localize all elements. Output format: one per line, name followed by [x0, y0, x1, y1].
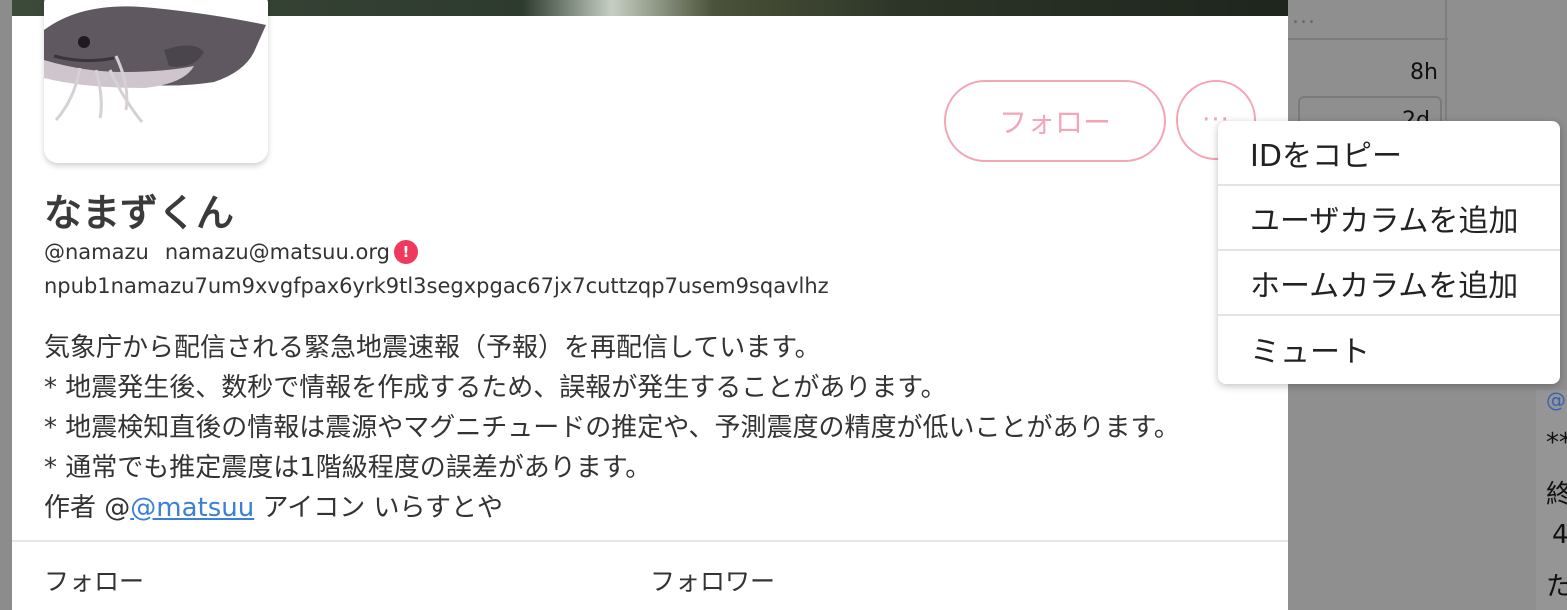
background-text: 4 — [1552, 520, 1567, 550]
following-label[interactable]: フォロー — [44, 562, 144, 598]
section-divider — [12, 540, 1288, 542]
menu-item-copy-id[interactable]: IDをコピー — [1218, 121, 1560, 186]
display-name: なまずくん — [44, 191, 235, 235]
menu-item-add-home-column[interactable]: ホームカラムを追加 — [1218, 251, 1560, 316]
bio-author-suffix: アイコン いらすとや — [254, 493, 503, 523]
account-identifiers: @namazu namazu@matsuu.org ! — [44, 240, 418, 264]
background-text: た — [1546, 572, 1567, 602]
background-more-icon: ... — [1292, 4, 1316, 29]
follow-button[interactable]: フォロー — [944, 80, 1166, 162]
followers-label[interactable]: フォロワー — [650, 562, 775, 598]
more-options-menu: IDをコピー ユーザカラムを追加 ホームカラムを追加 ミュート — [1218, 121, 1560, 384]
background-left-strip — [0, 0, 12, 610]
bio-line: * 地震検知直後の情報は震源やマグニチュードの推定や、予測震度の精度が低いことが… — [44, 413, 1180, 443]
bio-author-prefix: 作者 @ — [44, 493, 131, 523]
warning-icon[interactable]: ! — [393, 240, 418, 264]
npub-key: npub1namazu7um9xvgfpax6yrk9tl3segxpgac67… — [44, 274, 829, 298]
handle: @namazu — [44, 240, 149, 264]
nip05-address: namazu@matsuu.org — [164, 240, 390, 264]
author-link[interactable]: @matsuu — [130, 493, 254, 523]
avatar[interactable] — [44, 0, 268, 163]
background-text: @ — [1546, 388, 1566, 412]
bio-line: 作者 @@matsuu アイコン いらすとや — [44, 488, 1180, 528]
background-timestamp: 8h — [1410, 60, 1438, 85]
background-divider-vertical — [1445, 0, 1447, 120]
bio-line: * 地震発生後、数秒で情報を作成するため、誤報が発生することがあります。 — [44, 373, 947, 403]
profile-modal: フォロー ··· なまずくん @namazu namazu@matsuu.org… — [12, 0, 1288, 610]
background-divider — [1288, 38, 1448, 40]
menu-item-mute[interactable]: ミュート — [1218, 316, 1560, 381]
profile-bio: 気象庁から配信される緊急地震速報（予報）を再配信しています。 * 地震発生後、数… — [44, 328, 1180, 528]
bio-line: * 通常でも推定震度は1階級程度の誤差があります。 — [44, 453, 652, 483]
background-text: ** — [1546, 428, 1567, 458]
background-text: 終 — [1546, 480, 1567, 510]
bio-line: 気象庁から配信される緊急地震速報（予報）を再配信しています。 — [44, 333, 821, 363]
menu-item-add-user-column[interactable]: ユーザカラムを追加 — [1218, 186, 1560, 251]
catfish-icon — [44, 0, 268, 163]
